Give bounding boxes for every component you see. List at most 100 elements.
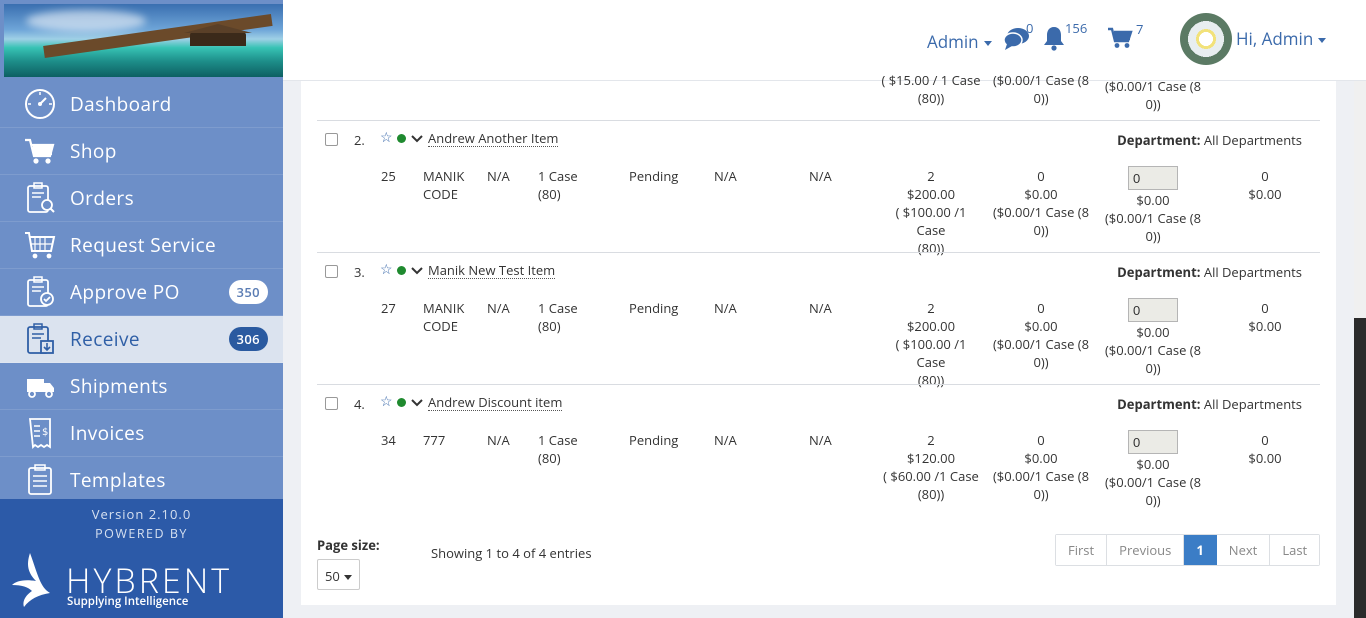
orders-clipboard-icon [22, 180, 58, 216]
cart-icon[interactable] [1107, 27, 1133, 49]
item-name-link[interactable]: Andrew Another Item [428, 131, 559, 147]
sidebar-menu: Dashboard Shop Orders Request Service Ap… [0, 81, 283, 504]
department-info: Department: All Departments [1117, 131, 1302, 149]
status-dot-icon [397, 398, 406, 407]
page-size-label: Page size: [317, 536, 380, 554]
sidebar-item-invoices[interactable]: $ Invoices [0, 410, 283, 457]
na-value: N/A [809, 167, 832, 185]
sidebar-item-dashboard[interactable]: Dashboard [0, 81, 283, 128]
item-code: MANIK CODE [423, 167, 465, 203]
receive-qty-input[interactable] [1128, 430, 1178, 454]
templates-clipboard-icon [22, 462, 58, 498]
na-value: N/A [809, 299, 832, 317]
item-name-link[interactable]: Andrew Discount item [428, 395, 563, 411]
favorite-star-icon[interactable]: ☆ [380, 131, 393, 145]
user-menu-dropdown[interactable]: Hi, Admin [1236, 27, 1327, 50]
sidebar-item-label: Orders [70, 185, 135, 211]
sidebar-item-label: Shipments [70, 373, 168, 399]
sidebar-item-receive[interactable]: Receive 306 [0, 316, 283, 363]
user-greeting: Hi, Admin [1236, 27, 1314, 50]
na-value: N/A [714, 299, 737, 317]
sidebar-item-label: Dashboard [70, 91, 172, 117]
favorite-star-icon[interactable]: ☆ [380, 395, 393, 409]
topbar: Admin 0 156 7 Hi, Admin [283, 0, 1366, 81]
chevron-down-icon [983, 40, 992, 46]
row-number: 2. [354, 131, 365, 149]
na-value: N/A [487, 167, 510, 185]
na-value: N/A [714, 167, 737, 185]
scrollbar-thumb[interactable] [1354, 318, 1366, 618]
sidebar: Dashboard Shop Orders Request Service Ap… [0, 0, 283, 618]
dashboard-gauge-icon [22, 86, 58, 122]
chevron-down-icon[interactable] [411, 399, 423, 407]
na-value: N/A [809, 431, 832, 449]
received-qty-price: 0 $0.00 ($0.00/1 Case (8 0)) [992, 431, 1090, 503]
row-select-checkbox[interactable] [325, 133, 338, 146]
sidebar-item-request-service[interactable]: Request Service [0, 222, 283, 269]
item-name-link[interactable]: Manik New Test Item [428, 263, 556, 279]
status-text: Pending [629, 431, 679, 449]
sidebar-item-label: Invoices [70, 420, 145, 446]
cart-icon [22, 133, 58, 169]
row-divider [317, 384, 1320, 385]
banner-image [4, 4, 283, 77]
na-value: N/A [487, 299, 510, 317]
page-size-value: 50 [325, 567, 340, 585]
department-info: Department: All Departments [1117, 263, 1302, 281]
partial-received-price: ($0.00/1 Case (8 0)) [992, 71, 1090, 107]
partial-input-price: ($0.00/1 Case (8 0)) [1104, 77, 1202, 113]
notifications-bell-icon[interactable] [1043, 25, 1065, 51]
pagination: First Previous 1 Next Last [1055, 534, 1321, 566]
cart-count: 7 [1136, 20, 1144, 38]
chevron-down-icon [1318, 37, 1327, 43]
receive-clipboard-icon [22, 321, 58, 357]
receive-qty-price: $0.00 ($0.00/1 Case (8 0)) [1104, 191, 1202, 245]
partial-ordered-price: ( $15.00 / 1 Case (80)) [881, 71, 981, 107]
sidebar-item-label: Receive [70, 326, 140, 352]
row-select-checkbox[interactable] [325, 265, 338, 278]
pager-last-button[interactable]: Last [1270, 535, 1320, 565]
row-number: 3. [354, 263, 365, 281]
remaining-qty-price: 0 $0.00 [1248, 167, 1282, 203]
received-qty-price: 0 $0.00 ($0.00/1 Case (8 0)) [992, 299, 1090, 371]
status-dot-icon [397, 266, 406, 275]
receive-items-panel: ( $15.00 / 1 Case (80)) ($0.00/1 Case (8 0… [301, 71, 1336, 605]
notifications-count: 156 [1065, 19, 1088, 37]
sidebar-item-label: Templates [70, 467, 166, 493]
truck-icon [22, 368, 58, 404]
sidebar-item-label: Approve PO [70, 279, 180, 305]
admin-dropdown-label: Admin [927, 30, 979, 53]
sidebar-item-shipments[interactable]: Shipments [0, 363, 283, 410]
row-divider [317, 252, 1320, 253]
favorite-star-icon[interactable]: ☆ [380, 263, 393, 277]
showing-entries-text: Showing 1 to 4 of 4 entries [431, 544, 592, 562]
na-value: N/A [714, 431, 737, 449]
admin-dropdown[interactable]: Admin [927, 30, 992, 53]
receive-qty-input[interactable] [1128, 166, 1178, 190]
ordered-qty-price: 2 $200.00( $100.00 /1 Case (80)) [895, 299, 967, 389]
sidebar-item-shop[interactable]: Shop [0, 128, 283, 175]
messages-count: 0 [1026, 19, 1034, 37]
unit-of-measure: 1 Case (80) [538, 299, 578, 335]
sidebar-item-orders[interactable]: Orders [0, 175, 283, 222]
sidebar-item-approve-po[interactable]: Approve PO 350 [0, 269, 283, 316]
chevron-down-icon[interactable] [411, 267, 423, 275]
chevron-down-icon[interactable] [411, 135, 423, 143]
avatar[interactable] [1180, 13, 1232, 65]
receive-count-badge: 306 [228, 327, 268, 351]
row-select-checkbox[interactable] [325, 397, 338, 410]
receive-qty-price: $0.00 ($0.00/1 Case (8 0)) [1104, 455, 1202, 509]
pager-previous-button[interactable]: Previous [1107, 535, 1185, 565]
receive-qty-input[interactable] [1128, 298, 1178, 322]
sidebar-item-label: Shop [70, 138, 117, 164]
status-text: Pending [629, 167, 679, 185]
row-divider [317, 120, 1320, 121]
pager-first-button[interactable]: First [1056, 535, 1108, 565]
status-text: Pending [629, 299, 679, 317]
pager-next-button[interactable]: Next [1216, 535, 1271, 565]
sidebar-item-templates[interactable]: Templates [0, 457, 283, 504]
page-size-select[interactable]: 50 [317, 559, 360, 590]
unit-of-measure: 1 Case (80) [538, 431, 578, 467]
pager-page-1-button[interactable]: 1 [1184, 535, 1217, 565]
version-text: Version 2.10.0 [91, 505, 192, 523]
